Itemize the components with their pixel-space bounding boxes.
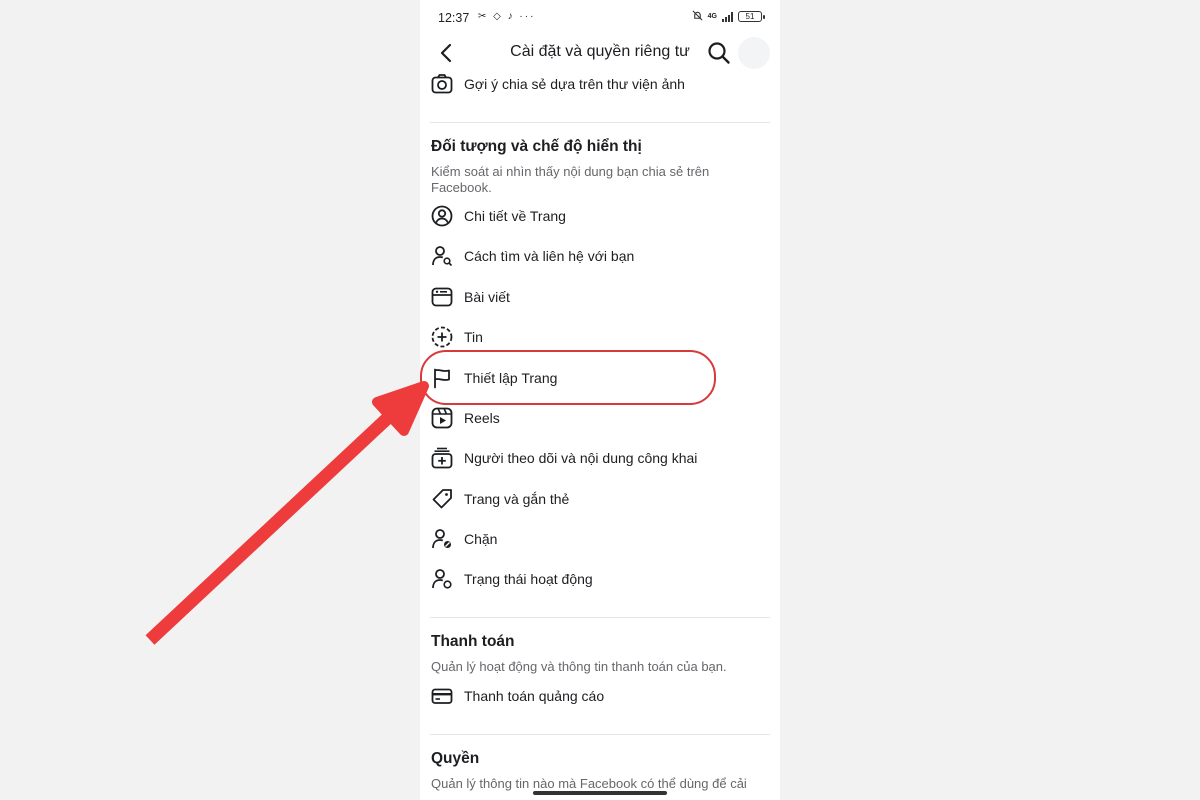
settings-item-find-contact[interactable]: Cách tìm và liên hệ với bạn <box>430 241 770 271</box>
person-search-icon <box>430 244 454 268</box>
settings-item-label: Chặn <box>464 531 498 547</box>
section-desc-payments: Quản lý hoạt động và thông tin thanh toá… <box>431 659 727 674</box>
section-title-payments: Thanh toán <box>431 633 515 650</box>
posts-icon <box>430 285 454 309</box>
highlight-circle <box>420 350 716 405</box>
section-title-audience: Đối tượng và chế độ hiển thị <box>431 138 642 155</box>
section-divider <box>430 734 770 735</box>
section-divider <box>430 122 770 123</box>
status-right-icons: 4G 51 <box>692 10 765 23</box>
avatar[interactable] <box>738 37 770 69</box>
battery-icon: 51 <box>738 11 765 22</box>
search-icon <box>708 42 730 64</box>
settings-item-label: Trang và gắn thẻ <box>464 491 570 507</box>
settings-item-label: Reels <box>464 410 500 426</box>
network-type: 4G <box>707 13 717 20</box>
card-icon <box>430 684 454 708</box>
settings-item-label: Thanh toán quảng cáo <box>464 688 605 704</box>
top-bar: Cài đặt và quyền riêng tư <box>420 36 780 72</box>
signal-icon <box>722 11 733 22</box>
settings-item-label: Người theo dõi và nội dung công khai <box>464 450 698 466</box>
settings-item-reels[interactable]: Reels <box>430 403 770 433</box>
settings-item-active-status[interactable]: Trạng thái hoạt động <box>430 564 770 594</box>
settings-item-label: Cách tìm và liên hệ với bạn <box>464 248 635 264</box>
profile-circle-icon <box>430 204 454 228</box>
section-desc-audience: Kiểm soát ai nhìn thấy nội dung bạn chia… <box>431 164 710 195</box>
status-bar: 12:37 ✂ ◇ ♪ ··· 4G 51 <box>420 0 780 36</box>
search-button[interactable] <box>704 38 734 68</box>
followers-icon <box>430 446 454 470</box>
settings-item-posts[interactable]: Bài viết <box>430 282 770 312</box>
settings-item-page-details[interactable]: Chi tiết về Trang <box>430 201 770 231</box>
settings-item-label: Tin <box>464 329 483 345</box>
story-add-icon <box>430 325 454 349</box>
settings-item-blocking[interactable]: Chặn <box>430 524 770 554</box>
settings-item-stories[interactable]: Tin <box>430 322 770 352</box>
mute-bell-icon <box>692 10 703 23</box>
tag-icon <box>430 487 454 511</box>
home-indicator[interactable] <box>533 791 667 795</box>
section-desc-permissions: Quản lý thông tin nào mà Facebook có thể… <box>431 776 747 791</box>
settings-item-followers[interactable]: Người theo dõi và nội dung công khai <box>430 443 770 473</box>
settings-item-photo-suggestions[interactable]: Gợi ý chia sẻ dựa trên thư viện ảnh <box>430 69 770 99</box>
person-block-icon <box>430 527 454 551</box>
person-status-icon <box>430 567 454 591</box>
settings-item-tagging[interactable]: Trang và gắn thẻ <box>430 484 770 514</box>
camera-icon <box>430 72 454 96</box>
settings-item-label: Gợi ý chia sẻ dựa trên thư viện ảnh <box>464 76 685 92</box>
settings-item-label: Trạng thái hoạt động <box>464 571 593 587</box>
status-time: 12:37 <box>438 11 470 25</box>
section-divider <box>430 617 770 618</box>
settings-item-label: Chi tiết về Trang <box>464 208 566 224</box>
notification-icons: ✂ ◇ ♪ ··· <box>478 11 536 22</box>
settings-item-label: Bài viết <box>464 289 510 305</box>
reels-icon <box>430 406 454 430</box>
section-title-permissions: Quyền <box>431 750 480 767</box>
settings-item-ad-payments[interactable]: Thanh toán quảng cáo <box>430 681 770 711</box>
